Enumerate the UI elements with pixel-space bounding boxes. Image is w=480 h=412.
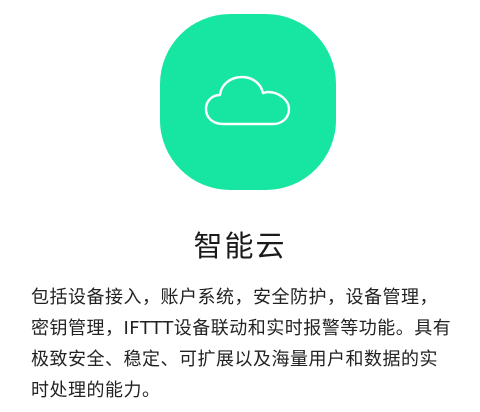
- feature-description: 包括设备接入，账户系统，安全防护，设备管理，密钥管理，IFTTT设备联动和实时报…: [31, 287, 452, 401]
- feature-card: 智能云 包括设备接入，账户系统，安全防护，设备管理，密钥管理，IFTTT设备联动…: [0, 0, 480, 412]
- cloud-icon: [204, 75, 291, 126]
- feature-title: 智能云: [193, 229, 287, 263]
- cloud-icon-badge: [160, 14, 336, 190]
